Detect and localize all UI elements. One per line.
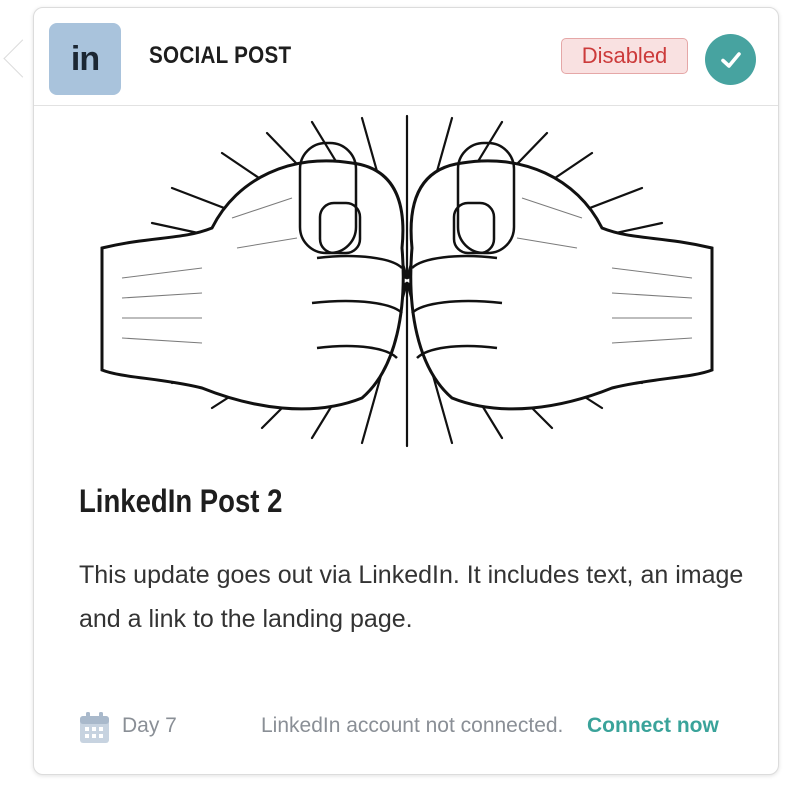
schedule-day-label: Day 7 bbox=[122, 714, 177, 737]
post-title: LinkedIn Post 2 bbox=[79, 483, 283, 519]
calendar-icon bbox=[80, 712, 109, 743]
section-label: SOCIAL POST bbox=[149, 42, 292, 69]
status-badge[interactable]: Disabled bbox=[561, 38, 688, 74]
connect-now-link[interactable]: Connect now bbox=[587, 714, 719, 738]
fist-bump-illustration bbox=[100, 114, 714, 448]
complete-toggle-button[interactable] bbox=[705, 34, 756, 85]
card-header: in SOCIAL POST Disabled bbox=[34, 8, 778, 106]
linkedin-logo-icon: in bbox=[49, 23, 121, 95]
connection-status-message: LinkedIn account not connected. bbox=[261, 714, 564, 737]
checkmark-icon bbox=[720, 51, 741, 68]
linkedin-logo-text: in bbox=[70, 39, 100, 78]
post-description: This update goes out via LinkedIn. It in… bbox=[79, 561, 744, 633]
social-post-card: in SOCIAL POST Disabled LinkedIn Post 2 … bbox=[33, 7, 779, 775]
